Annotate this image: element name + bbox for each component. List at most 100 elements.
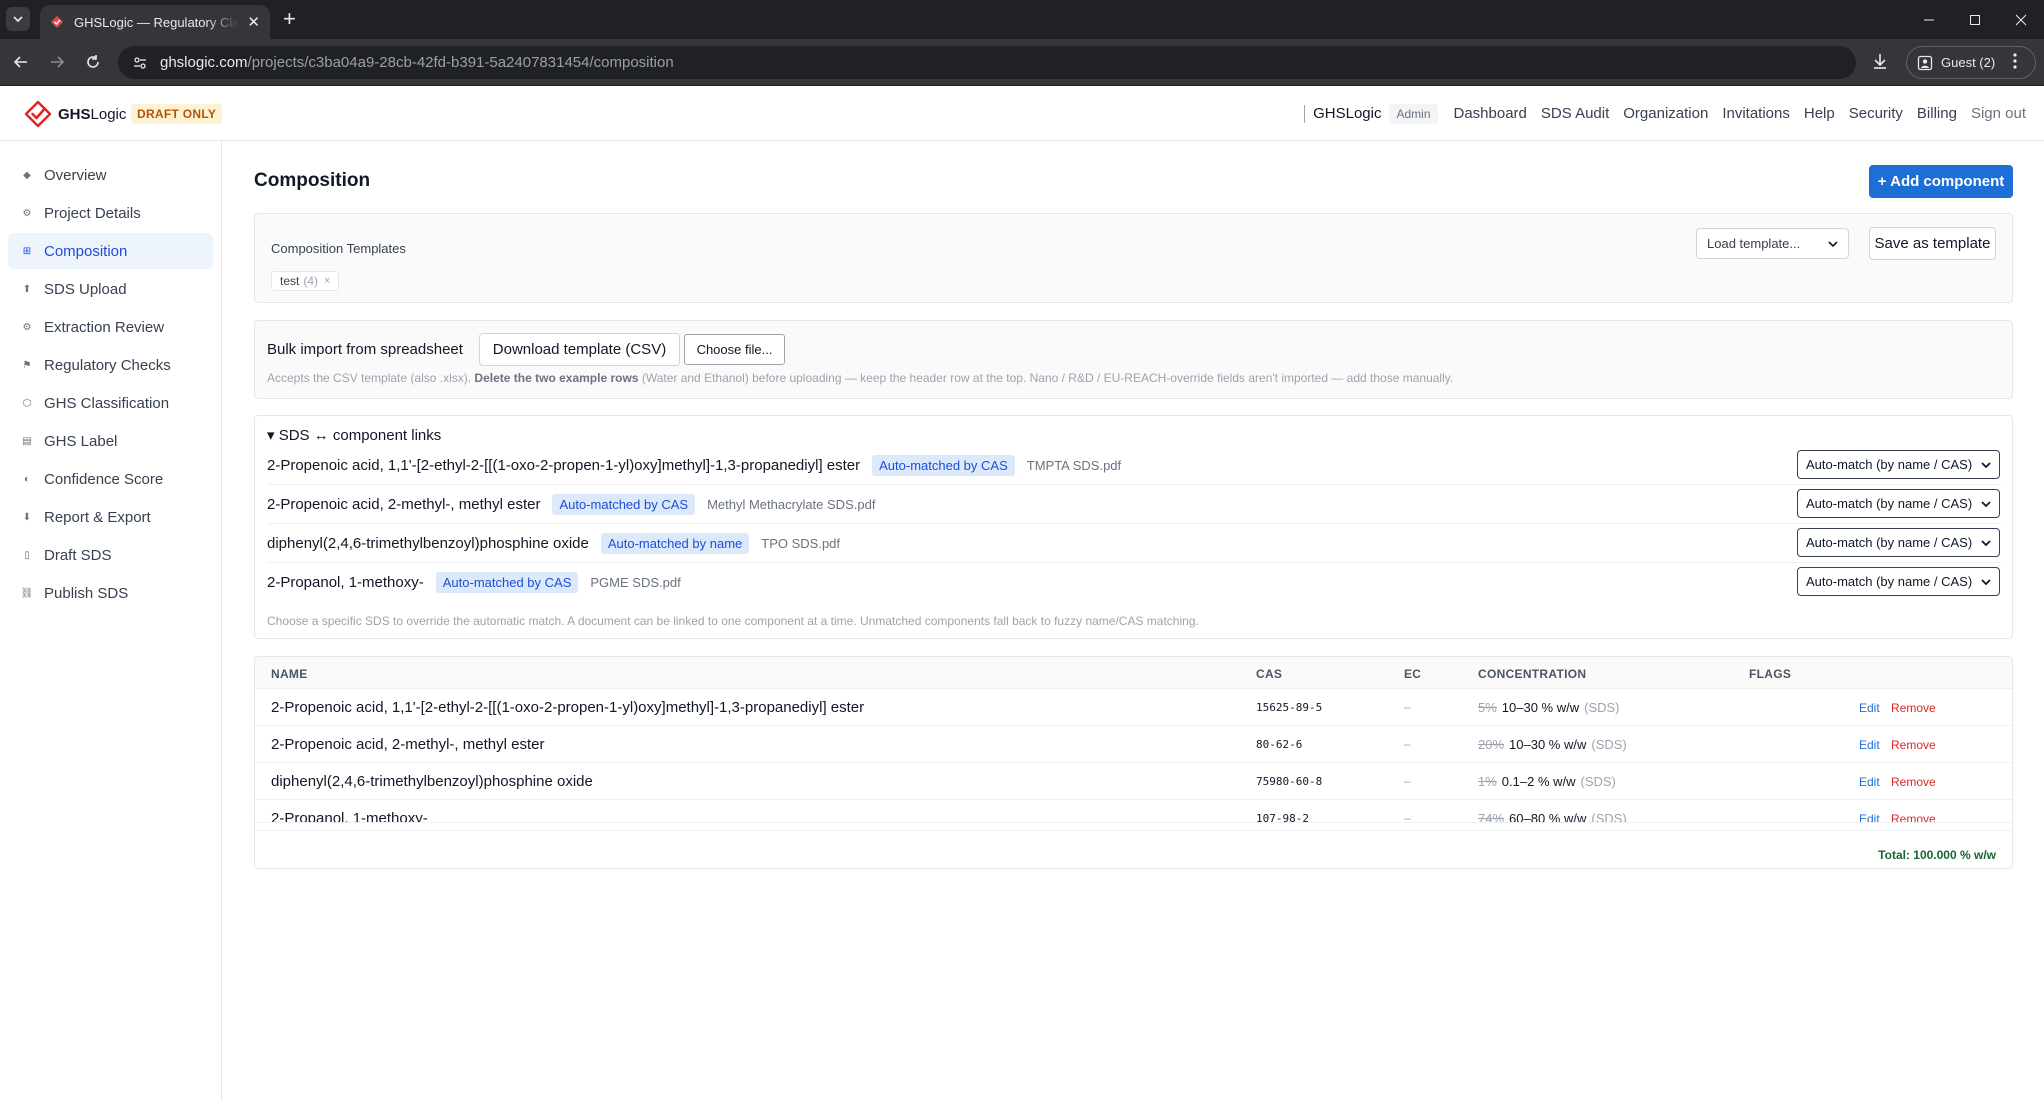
match-status-badge: Auto-matched by CAS	[552, 493, 696, 515]
sidebar-item-label: Confidence Score	[44, 470, 164, 488]
remove-button[interactable]: Remove	[1891, 738, 1936, 752]
nav-billing[interactable]: Billing	[1917, 105, 1957, 122]
close-window-icon[interactable]	[1998, 0, 2044, 39]
browser-menu-icon[interactable]	[2012, 51, 2018, 76]
edit-button[interactable]: Edit	[1859, 738, 1880, 752]
components-table: NAME CAS EC CONCENTRATION FLAGS 2-Propen…	[254, 656, 2013, 869]
ec-cell: –	[1404, 737, 1411, 751]
load-template-select[interactable]: Load template...	[1696, 228, 1849, 259]
chevron-down-icon	[1981, 578, 1991, 585]
sidebar-item-composition[interactable]: ⊞ Composition	[8, 233, 213, 269]
gear-icon: ⚙	[22, 207, 32, 219]
edit-button[interactable]: Edit	[1859, 775, 1880, 789]
guest-profile-icon	[1917, 55, 1933, 70]
sds-link-select[interactable]: Auto-match (by name / CAS)	[1797, 450, 2000, 479]
sds-link-row: diphenyl(2,4,6-trimethylbenzoyl)phosphin…	[267, 524, 2002, 563]
sds-link-select-value: Auto-match (by name / CAS)	[1806, 496, 1973, 511]
sds-link-select-value: Auto-match (by name / CAS)	[1806, 574, 1973, 589]
nav-help[interactable]: Help	[1804, 105, 1835, 122]
label-icon: ▤	[22, 435, 32, 447]
sidebar-item-regulatory-checks[interactable]: ⚑ Regulatory Checks	[8, 347, 213, 383]
concentration-value: 10–30 % w/w	[1501, 700, 1580, 715]
close-tab-icon[interactable]: ✕	[247, 13, 260, 31]
concentration-cell: 74% 60–80 % w/w (SDS)	[1478, 811, 1627, 822]
concentration-cell: 5% 10–30 % w/w (SDS)	[1478, 700, 1620, 715]
upload-icon: ⬆	[22, 283, 32, 295]
sidebar-item-label: SDS Upload	[44, 280, 127, 298]
sds-links-help: Choose a specific SDS to override the au…	[267, 614, 1199, 628]
edit-button[interactable]: Edit	[1859, 812, 1880, 822]
composition-total: Total: 100.000 % w/w	[1878, 848, 1996, 862]
browser-tab-active[interactable]: GHSLogic — Regulatory Classification ✕	[40, 5, 270, 39]
sidebar-item-project-details[interactable]: ⚙ Project Details	[8, 195, 213, 231]
top-navigation: GHSLogic Admin Dashboard SDS Audit Organ…	[1304, 86, 2026, 141]
sidebar-item-sds-upload[interactable]: ⬆ SDS Upload	[8, 271, 213, 307]
url-host: ghslogic.com	[160, 54, 248, 71]
sidebar-item-ghs-classification[interactable]: ⬡ GHS Classification	[8, 385, 213, 421]
column-header-ec: EC	[1404, 667, 1422, 681]
sds-links-toggle[interactable]: ▾ SDS ↔ component links	[267, 426, 441, 444]
forward-icon[interactable]	[46, 51, 68, 73]
load-template-value: Load template...	[1707, 236, 1801, 251]
draft-only-badge: DRAFT ONLY	[131, 104, 223, 124]
project-sidebar: ◆ Overview ⚙ Project Details ⊞ Composition …	[0, 141, 222, 1101]
ghslogic-favicon-icon	[51, 16, 63, 28]
component-name: 2-Propenoic acid, 1,1'-[2-ethyl-2-[[(1-o…	[267, 456, 861, 474]
bulk-help-text-2: (Water and Ethanol) before uploading — k…	[638, 371, 1454, 385]
download-icon[interactable]	[1870, 51, 1890, 76]
column-header-cas: CAS	[1256, 667, 1283, 681]
template-chip[interactable]: test (4) ×	[271, 271, 340, 291]
sidebar-item-confidence-score[interactable]: ◐ Confidence Score	[8, 461, 213, 497]
remove-button[interactable]: Remove	[1891, 812, 1936, 822]
sidebar-item-extraction-review[interactable]: ⚙ Extraction Review	[8, 309, 213, 345]
choose-file-button[interactable]: Choose file...	[684, 334, 785, 365]
nav-organization[interactable]: Organization	[1623, 105, 1708, 122]
save-as-template-button[interactable]: Save as template	[1869, 227, 1996, 260]
chevron-down-icon	[1981, 461, 1991, 468]
column-header-concentration: CONCENTRATION	[1478, 667, 1587, 681]
nav-sds-audit[interactable]: SDS Audit	[1541, 105, 1609, 122]
table-footer: Total: 100.000 % w/w	[255, 830, 2012, 868]
chevron-down-icon	[1981, 539, 1991, 546]
nav-sign-out[interactable]: Sign out	[1971, 105, 2026, 122]
minimize-icon[interactable]	[1906, 0, 1952, 39]
sidebar-item-label: Publish SDS	[44, 584, 129, 602]
table-row: diphenyl(2,4,6-trimethylbenzoyl)phosphin…	[255, 763, 2012, 800]
remove-template-icon[interactable]: ×	[324, 275, 330, 287]
back-icon[interactable]	[10, 51, 32, 73]
sidebar-item-label: Composition	[44, 242, 128, 260]
tab-search-button[interactable]	[6, 7, 30, 31]
cas-cell: 80-62-6	[1256, 738, 1303, 751]
maximize-icon[interactable]	[1952, 0, 1998, 39]
browser-toolbar: ghslogic.com/projects/c3ba04a9-28cb-42fd…	[0, 39, 2044, 86]
sds-file-name: TMPTA SDS.pdf	[1026, 457, 1122, 473]
sidebar-item-overview[interactable]: ◆ Overview	[8, 157, 213, 193]
site-settings-icon[interactable]	[132, 55, 148, 71]
new-tab-icon[interactable]: +	[283, 8, 296, 30]
sidebar-item-draft-sds[interactable]: ▯ Draft SDS	[8, 537, 213, 573]
sidebar-item-publish-sds[interactable]: ⛓ Publish SDS	[8, 575, 213, 611]
sds-link-select[interactable]: Auto-match (by name / CAS)	[1797, 489, 2000, 518]
sidebar-item-report-export[interactable]: ⬇ Report & Export	[8, 499, 213, 535]
sidebar-item-ghs-label[interactable]: ▤ GHS Label	[8, 423, 213, 459]
cas-cell: 75980-60-8	[1256, 775, 1323, 788]
add-component-button[interactable]: + Add component	[1869, 165, 2013, 198]
nav-security[interactable]: Security	[1849, 105, 1903, 122]
sidebar-item-label: GHS Label	[44, 432, 118, 450]
edit-button[interactable]: Edit	[1859, 701, 1880, 715]
sds-link-select[interactable]: Auto-match (by name / CAS)	[1797, 528, 2000, 557]
sds-file-name: PGME SDS.pdf	[590, 575, 681, 590]
app-logo[interactable]: GHSLogic	[24, 100, 126, 128]
bulk-help-text-1: Accepts the CSV template (also .xlsx).	[267, 371, 475, 385]
nav-dashboard[interactable]: Dashboard	[1454, 105, 1527, 122]
logo-text-bold: GHS	[58, 105, 91, 123]
sds-link-select-value: Auto-match (by name / CAS)	[1806, 457, 1973, 472]
sds-link-select[interactable]: Auto-match (by name / CAS)	[1797, 567, 2000, 596]
component-name: 2-Propenoic acid, 2-methyl-, methyl este…	[267, 495, 541, 513]
remove-button[interactable]: Remove	[1891, 775, 1936, 789]
address-bar[interactable]: ghslogic.com/projects/c3ba04a9-28cb-42fd…	[118, 46, 1856, 79]
remove-button[interactable]: Remove	[1891, 701, 1936, 715]
nav-invitations[interactable]: Invitations	[1722, 105, 1790, 122]
reload-icon[interactable]	[82, 51, 104, 73]
download-template-button[interactable]: Download template (CSV)	[479, 333, 680, 366]
